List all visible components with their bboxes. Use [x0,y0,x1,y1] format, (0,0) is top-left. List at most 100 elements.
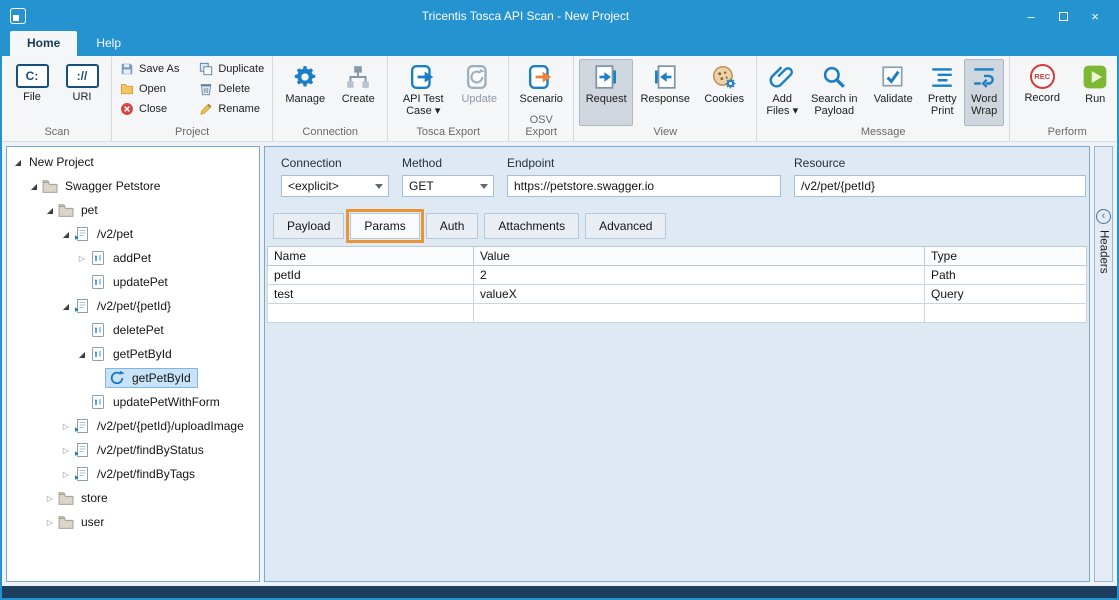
tab-help[interactable]: Help [79,31,138,56]
word-wrap-button[interactable]: Word Wrap [964,59,1004,126]
endpoint-input[interactable] [507,175,781,197]
resource-icon [74,298,90,314]
tree-item-label: /v2/pet [93,225,137,243]
tree-item-user[interactable]: user [7,510,259,534]
validate-button[interactable]: Validate [866,59,920,126]
expand-headers-button[interactable]: ‹ [1096,209,1111,224]
column-header-name[interactable]: Name [268,247,474,266]
expander-closed-icon[interactable] [59,446,73,455]
connection-select[interactable]: <explicit> [281,175,389,197]
cookies-button[interactable]: Cookies [697,59,751,126]
method-select[interactable]: GET [402,175,494,197]
add-files-button[interactable]: Add Files ▾ [762,59,802,126]
resource-input[interactable] [794,175,1086,197]
expander-closed-icon[interactable] [75,254,89,263]
create-connection-button[interactable]: Create [334,59,382,126]
run-play-icon [1082,64,1108,90]
api-test-case-button[interactable]: API Test Case ▾ [393,59,453,126]
uri-button[interactable]: :// URI [58,59,106,126]
ribbon: C: File :// URI Scan Save As [2,56,1117,142]
pretty-print-button[interactable]: Pretty Print [922,59,962,126]
tree-item-v2-pet-petid-uploadimage[interactable]: /v2/pet/{petId}/uploadImage [7,414,259,438]
tab-attachments[interactable]: Attachments [484,213,579,239]
param-type-cell[interactable]: Path [925,266,1087,285]
expander-closed-icon[interactable] [43,494,57,503]
tree-item-v2-pet-findbystatus[interactable]: /v2/pet/findByStatus [7,438,259,462]
resource-icon [74,418,90,434]
minimize-button[interactable]: – [1017,5,1045,27]
tab-home[interactable]: Home [10,31,77,56]
run-button[interactable]: Run [1071,59,1119,126]
expander-closed-icon[interactable] [43,518,57,527]
param-value-cell[interactable]: 2 [474,266,925,285]
param-row-empty [268,304,1087,323]
tree-item-new-project[interactable]: New Project [7,150,259,174]
tree-item-v2-pet-findbytags[interactable]: /v2/pet/findByTags [7,462,259,486]
expander-open-icon[interactable] [11,158,25,167]
update-button[interactable]: Update [455,59,503,126]
open-button[interactable]: Open [117,81,182,97]
tab-params[interactable]: Params [350,213,419,239]
manage-button[interactable]: Manage [278,59,332,126]
params-table: Name Value Type petId 2 Path test valueX… [267,246,1087,323]
expander-closed-icon[interactable] [59,470,73,479]
expander-open-icon[interactable] [75,350,89,359]
param-value-cell[interactable] [474,304,925,323]
tree-item-swagger-petstore[interactable]: Swagger Petstore [7,174,259,198]
tree-item-addpet[interactable]: addPet [7,246,259,270]
response-view-button[interactable]: Response [635,59,695,126]
tab-auth[interactable]: Auth [426,213,479,239]
tree-item-getpetbyid[interactable]: getPetById [7,342,259,366]
selected-tree-item: getPetById [105,368,198,388]
ribbon-group-perform: REC Record Run Perform [1010,56,1119,141]
param-type-cell[interactable] [925,304,1087,323]
tree-item-label: user [77,513,108,531]
resource-label: Resource [794,156,1086,170]
tree-item-store[interactable]: store [7,486,259,510]
param-type-cell[interactable]: Query [925,285,1087,304]
tree-item-label: /v2/pet/findByTags [93,465,199,483]
column-header-type[interactable]: Type [925,247,1087,266]
tree-item-deletepet[interactable]: deletePet [7,318,259,342]
update-icon [466,64,492,90]
expander-closed-icon[interactable] [59,422,73,431]
record-button[interactable]: REC Record [1015,59,1069,126]
param-name-cell[interactable] [268,304,474,323]
chevron-down-icon [480,184,488,189]
tab-advanced[interactable]: Advanced [585,213,666,239]
delete-button[interactable]: Delete [196,81,267,97]
close-project-button[interactable]: Close [117,101,182,117]
save-as-button[interactable]: Save As [117,61,182,77]
param-name-cell[interactable]: petId [268,266,474,285]
tree-item-label: /v2/pet/{petId} [93,297,175,315]
tree-item-updatepet[interactable]: updatePet [7,270,259,294]
column-header-value[interactable]: Value [474,247,925,266]
search-in-payload-button[interactable]: Search in Payload [804,59,864,126]
close-button[interactable]: × [1081,5,1109,27]
maximize-button[interactable] [1049,5,1077,27]
folder-icon [58,490,74,506]
tree-item-pet[interactable]: pet [7,198,259,222]
response-icon [652,64,678,90]
file-button[interactable]: C: File [8,59,56,126]
expander-open-icon[interactable] [27,182,41,191]
group-label-scan: Scan [3,126,111,141]
folder-icon [58,202,74,218]
tree-item-label: updatePet [109,273,172,291]
param-name-cell[interactable]: test [268,285,474,304]
tree-item-v2-pet-petid[interactable]: /v2/pet/{petId} [7,294,259,318]
tab-payload[interactable]: Payload [273,213,344,239]
rename-button[interactable]: Rename [196,101,267,117]
tree-item-v2-pet[interactable]: /v2/pet [7,222,259,246]
scenario-button[interactable]: Scenario [514,59,568,114]
tree-item-updatepetwithform[interactable]: updatePetWithForm [7,390,259,414]
tree-item-getpetbyid-request[interactable]: getPetById [7,366,259,390]
duplicate-button[interactable]: Duplicate [196,61,267,77]
expander-open-icon[interactable] [59,302,73,311]
headers-tab[interactable]: Headers [1098,230,1110,273]
param-value-cell[interactable]: valueX [474,285,925,304]
request-view-button[interactable]: Request [579,59,633,126]
expander-open-icon[interactable] [43,206,57,215]
content-area: New Project Swagger Petstore pet /v2/pet [2,142,1117,586]
expander-open-icon[interactable] [59,230,73,239]
